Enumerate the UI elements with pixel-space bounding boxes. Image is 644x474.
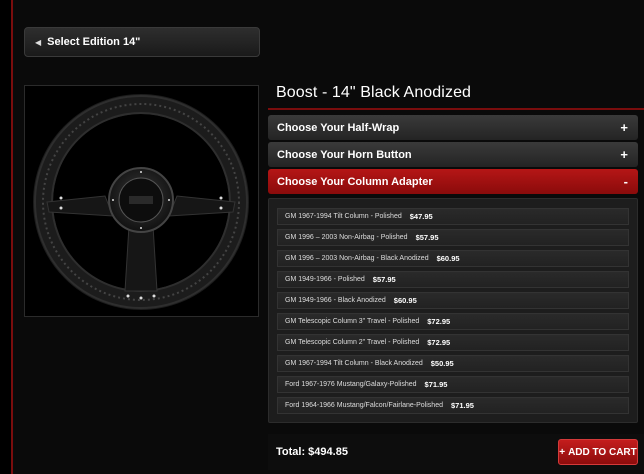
select-edition-label: Select Edition 14" (47, 36, 141, 48)
order-total: Total: $494.85 (276, 446, 348, 458)
option-price: $47.95 (409, 212, 433, 221)
option-item[interactable]: Ford 1964-1966 Mustang/Falcon/Fairlane-P… (277, 397, 629, 414)
accordion-label: Choose Your Half-Wrap (277, 121, 400, 134)
option-price: $60.95 (436, 254, 460, 263)
option-price: $50.95 (430, 359, 454, 368)
column-adapter-accordion[interactable]: Choose Your Column Adapter - (268, 169, 638, 194)
chevron-left-icon: ◀ (35, 37, 42, 47)
divider (268, 108, 644, 110)
option-item[interactable]: GM Telescopic Column 3" Travel - Polishe… (277, 313, 629, 330)
option-price: $57.95 (372, 275, 396, 284)
option-name: GM Telescopic Column 3" Travel - Polishe… (285, 318, 420, 325)
minus-icon: - (623, 174, 628, 189)
option-item[interactable]: GM 1996 – 2003 Non-Airbag - Polished $57.… (277, 229, 629, 246)
accordion-label: Choose Your Horn Button (277, 148, 412, 161)
product-title: Boost - 14" Black Anodized (276, 84, 472, 101)
option-price: $72.95 (427, 338, 451, 347)
option-name: Ford 1964-1966 Mustang/Falcon/Fairlane-P… (285, 402, 443, 409)
option-name: GM 1967-1994 Tilt Column - Black Anodize… (285, 360, 423, 367)
option-price: $60.95 (393, 296, 417, 305)
plus-icon: + (620, 147, 628, 162)
option-name: Ford 1967-1976 Mustang/Galaxy-Polished (285, 381, 417, 388)
option-name: GM 1967-1994 Tilt Column - Polished (285, 213, 402, 220)
product-image (24, 85, 259, 317)
option-price: $71.95 (424, 380, 448, 389)
option-name: GM Telescopic Column 2" Travel - Polishe… (285, 339, 420, 346)
steering-wheel-image (33, 94, 249, 310)
option-name: GM 1949-1966 - Polished (285, 276, 365, 283)
option-price: $72.95 (427, 317, 451, 326)
add-to-cart-label: ADD TO CART (568, 446, 637, 458)
plus-icon: + (559, 446, 566, 458)
plus-icon: + (620, 120, 628, 135)
option-name: GM 1949-1966 - Black Anodized (285, 297, 386, 304)
option-item[interactable]: GM 1967-1994 Tilt Column - Polished $47.9… (277, 208, 629, 225)
option-name: GM 1996 – 2003 Non-Airbag - Polished (285, 234, 408, 241)
add-to-cart-button[interactable]: + ADD TO CART (558, 439, 638, 465)
option-item[interactable]: GM 1996 – 2003 Non-Airbag - Black Anodiz… (277, 250, 629, 267)
option-item[interactable]: Ford 1967-1976 Mustang/Galaxy-Polished $7… (277, 376, 629, 393)
select-edition-button[interactable]: ◀ Select Edition 14" (24, 27, 260, 57)
horn-button-accordion[interactable]: Choose Your Horn Button + (268, 142, 638, 167)
option-name: GM 1996 – 2003 Non-Airbag - Black Anodiz… (285, 255, 429, 262)
half-wrap-accordion[interactable]: Choose Your Half-Wrap + (268, 115, 638, 140)
option-item[interactable]: GM Telescopic Column 2" Travel - Polishe… (277, 334, 629, 351)
column-adapter-options: GM 1967-1994 Tilt Column - Polished $47.9… (268, 198, 638, 423)
accordion-label: Choose Your Column Adapter (277, 175, 433, 188)
option-item[interactable]: GM 1949-1966 - Black Anodized $60.95 (277, 292, 629, 309)
option-item[interactable]: GM 1967-1994 Tilt Column - Black Anodize… (277, 355, 629, 372)
option-price: $71.95 (450, 401, 474, 410)
option-item[interactable]: GM 1949-1966 - Polished $57.95 (277, 271, 629, 288)
option-price: $57.95 (415, 233, 439, 242)
